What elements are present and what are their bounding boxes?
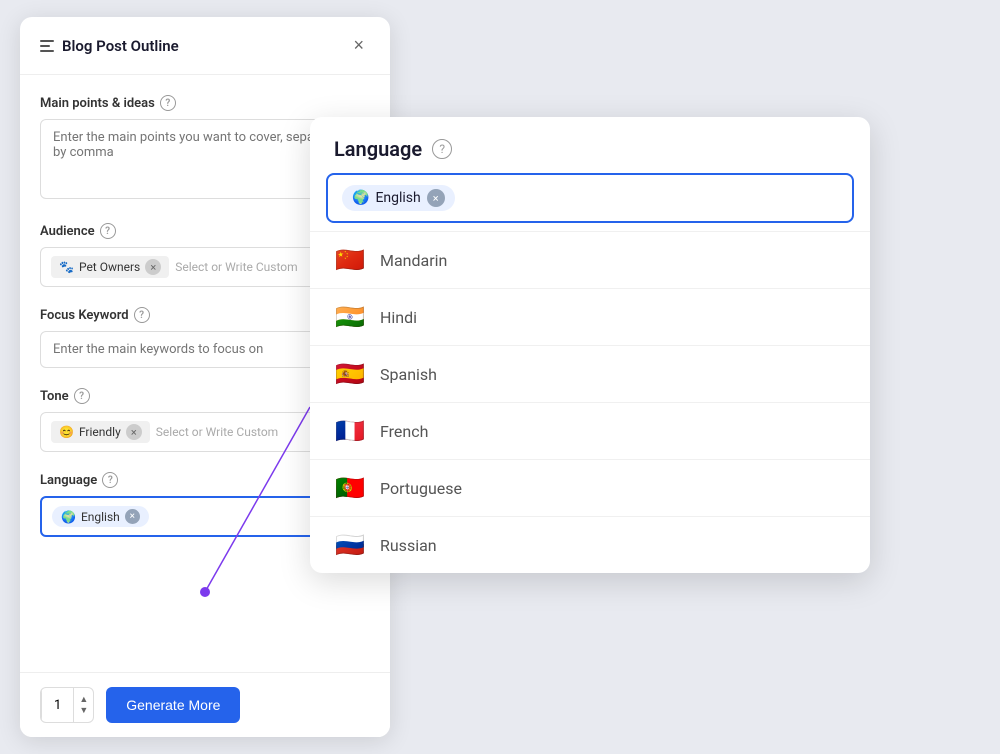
language-list: 🇨🇳 Mandarin 🇮🇳 Hindi 🇪🇸 Spanish 🇫🇷 Frenc… <box>310 231 870 573</box>
mandarin-flag: 🇨🇳 <box>334 246 366 274</box>
list-icon <box>40 40 54 52</box>
close-button[interactable]: × <box>347 33 370 58</box>
language-field-tag: 🌍 English × <box>52 506 149 527</box>
language-item-mandarin[interactable]: 🇨🇳 Mandarin <box>310 231 870 288</box>
portuguese-name: Portuguese <box>380 479 462 498</box>
dropdown-help-icon[interactable]: ? <box>432 139 452 159</box>
stepper-value: 1 <box>41 688 74 722</box>
russian-flag: 🇷🇺 <box>334 531 366 559</box>
tone-tag: 😊 Friendly × <box>51 421 150 443</box>
stepper-down[interactable]: ▼ <box>74 705 93 716</box>
french-name: French <box>380 422 428 441</box>
stepper-up[interactable]: ▲ <box>74 694 93 705</box>
generate-button[interactable]: Generate More <box>106 687 240 723</box>
panel-title: Blog Post Outline <box>62 37 179 55</box>
selected-language-remove[interactable]: × <box>427 189 445 207</box>
audience-tag-icon: 🐾 <box>59 260 74 274</box>
modal-wrapper: Blog Post Outline × Main points & ideas … <box>20 17 980 737</box>
language-dropdown: Language ? 🌍 English × 🇨🇳 Mandarin 🇮🇳 Hi… <box>310 117 870 573</box>
stepper-buttons: ▲ ▼ <box>74 694 93 716</box>
mandarin-name: Mandarin <box>380 251 447 270</box>
language-item-french[interactable]: 🇫🇷 French <box>310 402 870 459</box>
hindi-name: Hindi <box>380 308 417 327</box>
audience-tag-remove[interactable]: × <box>145 259 161 275</box>
russian-name: Russian <box>380 536 437 555</box>
spanish-flag: 🇪🇸 <box>334 360 366 388</box>
count-stepper[interactable]: 1 ▲ ▼ <box>40 687 94 723</box>
selected-language-name: English <box>375 190 420 206</box>
selected-language-flag: 🌍 <box>352 190 369 206</box>
language-item-spanish[interactable]: 🇪🇸 Spanish <box>310 345 870 402</box>
panel-title-row: Blog Post Outline <box>40 37 179 55</box>
audience-custom-text: Select or Write Custom <box>175 260 297 274</box>
french-flag: 🇫🇷 <box>334 417 366 445</box>
audience-tag: 🐾 Pet Owners × <box>51 256 169 278</box>
main-points-help-icon[interactable]: ? <box>160 95 176 111</box>
language-field-flag: 🌍 <box>61 510 76 524</box>
audience-help-icon[interactable]: ? <box>100 223 116 239</box>
spanish-name: Spanish <box>380 365 437 384</box>
language-search-box[interactable]: 🌍 English × <box>326 173 854 223</box>
panel-footer: 1 ▲ ▼ Generate More <box>20 672 390 737</box>
focus-keyword-help-icon[interactable]: ? <box>134 307 150 323</box>
language-help-icon[interactable]: ? <box>102 472 118 488</box>
portuguese-flag: 🇵🇹 <box>334 474 366 502</box>
language-item-russian[interactable]: 🇷🇺 Russian <box>310 516 870 573</box>
main-points-label: Main points & ideas ? <box>40 95 370 111</box>
dropdown-header: Language ? <box>310 117 870 173</box>
language-item-portuguese[interactable]: 🇵🇹 Portuguese <box>310 459 870 516</box>
panel-header: Blog Post Outline × <box>20 17 390 75</box>
tone-tag-remove[interactable]: × <box>126 424 142 440</box>
dropdown-title: Language <box>334 137 422 161</box>
tone-custom-text: Select or Write Custom <box>156 425 278 439</box>
tone-tag-icon: 😊 <box>59 425 74 439</box>
hindi-flag: 🇮🇳 <box>334 303 366 331</box>
tone-help-icon[interactable]: ? <box>74 388 90 404</box>
language-tag-remove[interactable]: × <box>125 509 140 524</box>
selected-language-tag: 🌍 English × <box>342 185 455 211</box>
language-item-hindi[interactable]: 🇮🇳 Hindi <box>310 288 870 345</box>
